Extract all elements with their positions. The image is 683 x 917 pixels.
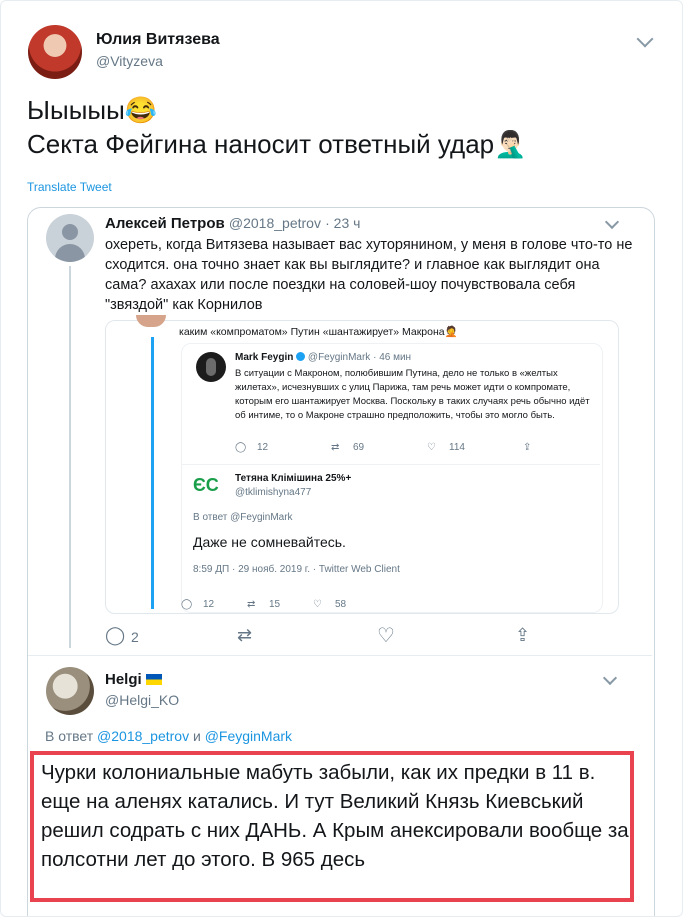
feygin-share-icon: ⇪ (523, 442, 532, 453)
feygin-name: Mark Feygin (235, 352, 294, 363)
feygin-like-count: 114 (449, 442, 465, 453)
screenshot-top-text: каким «компроматом» Путин «шантажирует» … (179, 326, 458, 338)
reply-count: 2 (131, 629, 139, 645)
quoted-header: Алексей Петров @2018_petrov · 23 ч (105, 215, 360, 232)
reply-to-small: В ответ @FeyginMark (193, 512, 293, 523)
tweet-text-line1: Ыыыыы😂 (27, 95, 158, 125)
quoted-author-avatar[interactable] (46, 214, 94, 262)
reply-icon[interactable]: ◯ (105, 625, 125, 646)
reply-to-petrov-link[interactable]: @2018_petrov (97, 728, 189, 744)
feygin-retweet-icon: ⇄ (331, 442, 340, 453)
reply-text-small: Даже не сомневайтесь. (193, 534, 346, 550)
tweet-card: Юлия Витязева @Vityzeva Ыыыыы😂 Секта Фей… (0, 0, 683, 917)
outer-like-count: 58 (335, 599, 347, 610)
feygin-like-icon: ♡ (427, 442, 436, 453)
helgi-handle[interactable]: @Helgi_KO (105, 692, 179, 708)
outer-reply-icon: ◯ (181, 599, 193, 610)
reply-author-handle-small: @tklimishyna477 (235, 487, 312, 498)
outer-like-icon: ♡ (313, 599, 322, 610)
reply-meta-small: 8:59 ДП · 29 нояб. 2019 г. · Twitter Web… (193, 564, 400, 575)
feygin-reply-icon: ◯ (235, 442, 247, 453)
feygin-text: В ситуации с Макроном, полюбившим Путина… (235, 368, 590, 421)
translate-tweet-link[interactable]: Translate Tweet (27, 180, 112, 194)
helgi-name-row: Helgi (105, 671, 163, 689)
author-avatar[interactable] (28, 25, 82, 79)
like-icon[interactable]: ♡ (377, 623, 395, 648)
feygin-retweet-count: 69 (353, 442, 365, 453)
quoted-author-handle[interactable]: @2018_petrov (229, 215, 321, 231)
helgi-name[interactable]: Helgi (105, 671, 142, 688)
quoted-time[interactable]: · 23 ч (325, 215, 360, 231)
feygin-actions: ◯ 12 ⇄ 69 ♡ 114 ⇪ (235, 442, 535, 456)
verified-icon (296, 352, 306, 361)
reply-prefix: В ответ (45, 728, 94, 744)
author-handle[interactable]: @Vityzeva (96, 53, 163, 69)
outer-retweet-icon: ⇄ (247, 599, 256, 610)
feygin-avatar (196, 352, 226, 382)
es-logo-text: ЄС (193, 475, 219, 495)
chevron-down-icon[interactable] (636, 30, 654, 48)
reply-and: и (192, 728, 201, 744)
feygin-reply-count: 12 (257, 442, 269, 453)
outer-retweet-count: 15 (269, 599, 281, 610)
reply-author-name-small: Тетяна Клімішина 25%+ (235, 473, 352, 484)
retweet-icon[interactable]: ⇄ (237, 625, 252, 646)
thread-line (69, 266, 71, 648)
screenshot-divider (182, 464, 600, 465)
helgi-avatar[interactable] (46, 667, 94, 715)
feygin-header: Mark Feygin @FeyginMark · 46 мин (235, 352, 411, 363)
ukraine-flag-icon (146, 674, 163, 685)
author-name[interactable]: Юлия Витязева (96, 31, 220, 49)
es-logo: ЄС (193, 474, 225, 496)
outer-actions: ◯ 12 ⇄ 15 ♡ 58 (181, 599, 381, 613)
feygin-meta: @FeyginMark · 46 мин (307, 352, 412, 363)
quoted-text: охереть, когда Витязева называет вас хут… (105, 237, 633, 313)
quoted-author-name[interactable]: Алексей Петров (105, 215, 225, 232)
outer-reply-count: 12 (203, 599, 215, 610)
card-divider (28, 655, 652, 656)
tweet-text-line2: Секта Фейгина наносит ответный удар🤦🏻‍♂️ (27, 129, 527, 159)
share-icon[interactable]: ⇪ (515, 625, 530, 646)
reply-to-feygin-link[interactable]: @FeyginMark (205, 728, 292, 744)
screenshot-thread-line (151, 337, 154, 609)
reply-to-line: В ответ @2018_petrov и @FeyginMark (45, 728, 292, 744)
helgi-reply-text: Чурки колониальные мабуть забыли, как их… (41, 761, 629, 871)
